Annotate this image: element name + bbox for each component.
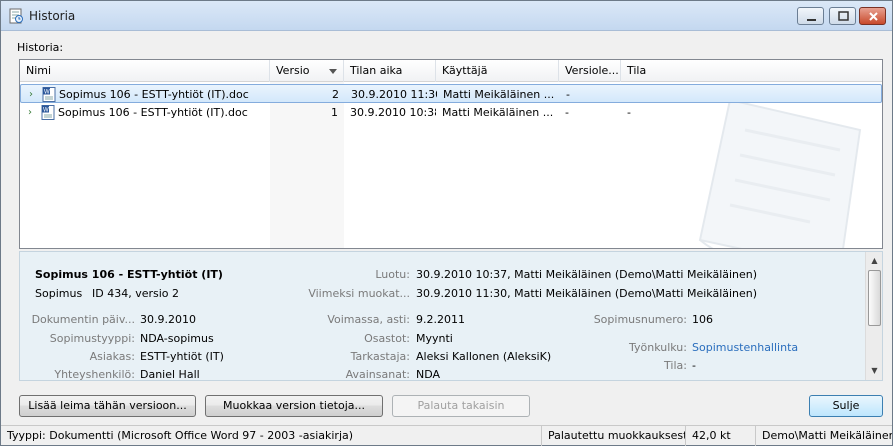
column-name[interactable]: Nimi [20,60,270,82]
row-comment: - [565,106,569,119]
column-header: Nimi Versio Tilan aika Käyttäjä Versiole… [20,60,882,82]
contact-value: Daniel Hall [140,368,200,381]
customer-label: Asiakas: [89,350,135,363]
column-version-comment[interactable]: Versiole... [559,60,621,82]
row-comment: - [566,88,570,101]
details-title: Sopimus 106 - ESTT-yhtiöt (IT) [35,268,223,281]
column-state[interactable]: Tila [621,60,882,82]
expand-arrow-icon[interactable]: › [29,85,33,104]
svg-text:W: W [44,90,50,96]
state-value: - [692,359,696,372]
edit-version-button[interactable]: Muokkaa version tietoja... [205,395,383,417]
close-button[interactable]: Sulje [809,395,883,417]
keywords-value: NDA [416,368,441,381]
row-time: 30.9.2010 10:38 [350,106,436,119]
departments-label: Osastot: [364,332,410,345]
workflow-label: Työnkulku: [629,341,687,354]
details-id-version: ID 434, versio 2 [92,287,180,300]
doc-date-label: Dokumentin päiv... [31,313,135,326]
contract-number-value: 106 [692,313,713,326]
window-title: Historia [29,9,76,23]
contact-label: Yhteyshenkilö: [54,368,135,381]
column-time[interactable]: Tilan aika [344,60,436,82]
svg-text:W: W [43,108,49,114]
reviewer-label: Tarkastaja: [350,350,410,363]
close-icon [869,12,878,21]
table-row[interactable]: › W Sopimus 106 - ESTT-yhtiöt (IT).doc 1… [20,103,882,122]
created-value: 30.9.2010 10:37, Matti Meikäläinen (Demo… [416,268,758,281]
restore-button[interactable]: Palauta takaisin [392,395,530,417]
status-size: 42,0 kt [686,426,756,446]
column-version[interactable]: Versio [270,60,344,82]
modified-label: Viimeksi muokat... [308,287,410,300]
row-version: 2 [332,88,339,101]
minimize-icon [807,19,816,21]
doc-date-value: 30.9.2010 [140,313,196,326]
history-label: Historia: [17,41,64,54]
keywords-label: Avainsanat: [345,368,410,381]
modified-value: 30.9.2010 11:30, Matti Meikäläinen (Demo… [416,287,758,300]
title-bar[interactable]: Historia [1,1,892,31]
workflow-link[interactable]: Sopimustenhallinta [692,341,798,354]
close-window-button[interactable] [859,7,886,25]
row-user: Matti Meikäläinen ... [443,88,555,101]
valid-until-value: 9.2.2011 [416,313,465,326]
status-bar: Tyyppi: Dokumentti (Microsoft Office Wor… [1,425,892,446]
contract-type-label: Sopimustyyppi: [49,332,135,345]
row-name: Sopimus 106 - ESTT-yhtiöt (IT).doc [59,88,249,101]
sort-descending-icon [329,69,337,74]
departments-value: Myynti [416,332,453,345]
column-version-label: Versio [276,64,310,77]
row-time: 30.9.2010 11:30 [351,88,437,101]
reviewer-value: Aleksi Kallonen (AleksiK) [416,350,552,363]
maximize-button[interactable] [829,7,856,25]
word-document-icon: W [42,87,56,102]
contract-type-value: NDA-sopimus [140,332,214,345]
status-type: Tyyppi: Dokumentti (Microsoft Office Wor… [1,426,542,446]
contract-number-label: Sopimusnumero: [593,313,687,326]
created-label: Luotu: [375,268,410,281]
status-restored: Palautettu muokkauksesta [542,426,686,446]
row-user: Matti Meikäläinen ... [442,106,554,119]
minimize-button[interactable] [797,7,824,25]
row-version: 1 [331,106,338,119]
details-scrollbar[interactable]: ▲ ▼ [865,252,882,380]
history-app-icon [9,8,23,24]
valid-until-label: Voimassa, asti: [327,313,410,326]
expand-arrow-icon[interactable]: › [28,103,32,122]
customer-value: ESTT-yhtiöt (IT) [140,350,224,363]
word-document-icon: W [41,105,55,120]
column-user[interactable]: Käyttäjä [436,60,559,82]
status-user: Demo\Matti Meikäläinen [762,429,892,442]
scroll-thumb[interactable] [868,270,881,326]
scroll-up-icon[interactable]: ▲ [867,253,882,269]
scroll-down-icon[interactable]: ▼ [867,363,882,379]
maximize-icon [838,11,849,21]
add-stamp-button[interactable]: Lisää leima tähän versioon... [19,395,196,417]
table-row[interactable]: › W Sopimus 106 - ESTT-yhtiöt (IT).doc 2… [20,84,882,103]
row-state: - [627,106,631,119]
history-window: Historia Historia: Nimi Versio Tilan aik… [0,0,893,446]
state-label: Tila: [664,359,687,372]
history-list[interactable]: Nimi Versio Tilan aika Käyttäjä Versiole… [19,59,883,249]
details-panel: Sopimus 106 - ESTT-yhtiöt (IT) Sopimus I… [19,251,883,381]
details-type: Sopimus [35,287,83,300]
row-name: Sopimus 106 - ESTT-yhtiöt (IT).doc [58,106,248,119]
